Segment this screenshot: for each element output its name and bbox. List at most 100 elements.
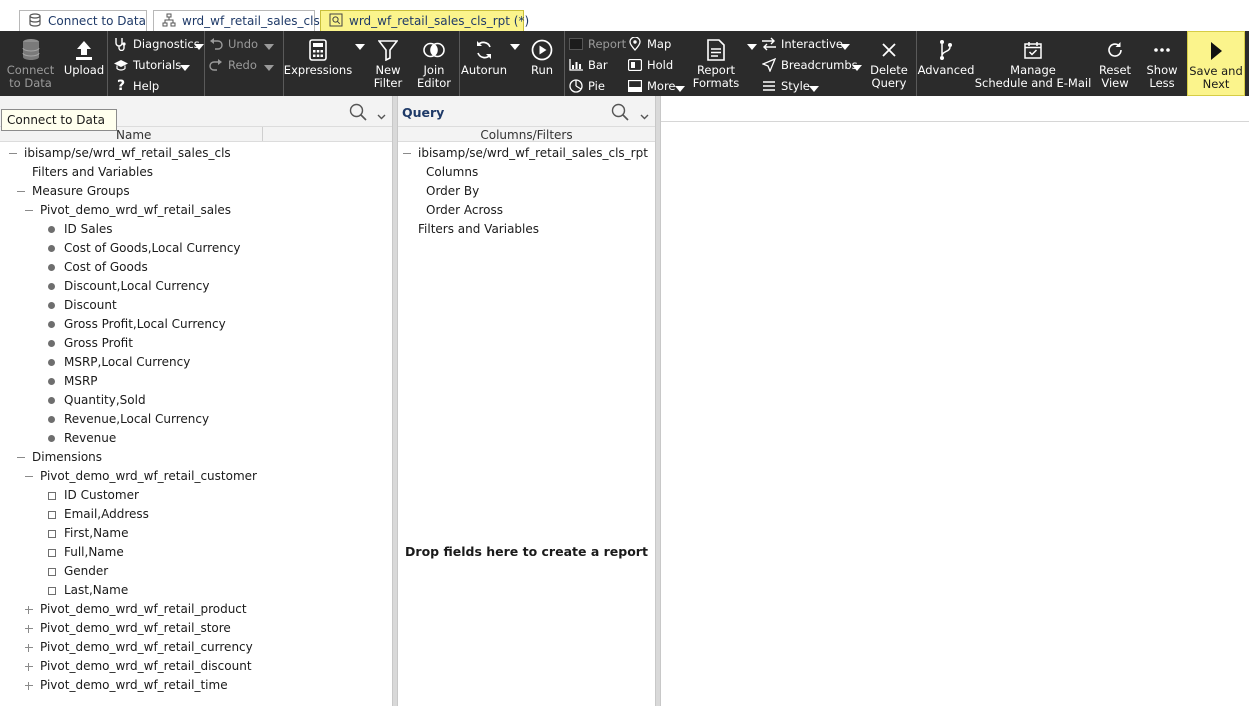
show-less-label: Show Less <box>1146 63 1178 90</box>
map-button[interactable]: Map <box>627 35 671 53</box>
collapse-minus-icon[interactable] <box>24 472 34 482</box>
tab-wrd-wf-retail-sales-cls-rpt[interactable]: wrd_wf_retail_sales_cls_rpt (*) <box>320 10 529 31</box>
tree-item-gender[interactable]: Gender <box>0 562 392 581</box>
hold-button[interactable]: Hold <box>627 56 673 74</box>
tree-item-last-name[interactable]: Last,Name <box>0 581 392 600</box>
tree-item-revenue-local-currency[interactable]: Revenue,Local Currency <box>0 410 392 429</box>
search-icon[interactable] <box>349 103 367 124</box>
tree-item-pivot-demo-wrd-wf-retail-store[interactable]: Pivot_demo_wrd_wf_retail_store <box>0 619 392 638</box>
query-panel-header: Query <box>398 96 655 126</box>
tab-connect-to-data[interactable]: Connect to Data <box>19 10 147 31</box>
tree-item-dimensions[interactable]: Dimensions <box>0 448 392 467</box>
expressions-button[interactable]: Expressions <box>284 31 352 96</box>
autorun-dropdown-icon[interactable] <box>510 44 520 50</box>
connect-to-data-tooltip: Connect to Data <box>1 109 117 131</box>
manage-schedule-button[interactable]: Manage Schedule and E-Mail <box>975 31 1091 96</box>
autorun-button[interactable]: Autorun <box>461 31 507 96</box>
chevron-down-icon[interactable] <box>640 109 649 123</box>
expand-plus-icon[interactable] <box>24 662 34 672</box>
collapse-minus-icon[interactable] <box>8 149 18 159</box>
breadcrumbs-button[interactable]: Breadcrumbs <box>761 56 858 74</box>
run-button[interactable]: Run <box>526 31 558 96</box>
diagnostics-button[interactable]: Diagnostics <box>113 35 200 53</box>
redo-button[interactable]: Redo <box>208 56 257 74</box>
tree-item-pivot-demo-wrd-wf-retail-customer[interactable]: Pivot_demo_wrd_wf_retail_customer <box>0 467 392 486</box>
interactive-dropdown-icon[interactable] <box>840 44 850 50</box>
pie-chart-button[interactable]: Pie <box>568 77 605 95</box>
search-icon[interactable] <box>611 103 629 124</box>
tree-item-filters-and-variables[interactable]: Filters and Variables <box>0 163 392 182</box>
tree-item-order-by[interactable]: Order By <box>398 182 656 201</box>
expand-plus-icon[interactable] <box>24 605 34 615</box>
expressions-dropdown-icon[interactable] <box>355 44 365 50</box>
query-panel-title: Query <box>402 105 445 120</box>
interactive-button[interactable]: Interactive <box>761 35 843 53</box>
tree-item-ibisamp-se-wrd-wf-retail-sales-cls-rpt[interactable]: ibisamp/se/wrd_wf_retail_sales_cls_rpt <box>398 144 656 163</box>
tree-item-quantity-sold[interactable]: Quantity,Sold <box>0 391 392 410</box>
reset-view-button[interactable]: Reset View <box>1094 31 1136 96</box>
collapse-minus-icon[interactable] <box>16 187 26 197</box>
new-filter-button[interactable]: New Filter <box>369 31 407 96</box>
tree-item-id-customer[interactable]: ID Customer <box>0 486 392 505</box>
save-and-next-label: Save and Next <box>1189 64 1243 91</box>
tree-item-columns[interactable]: Columns <box>398 163 656 182</box>
tree-item-msrp-local-currency[interactable]: MSRP,Local Currency <box>0 353 392 372</box>
report-output-button[interactable]: Report <box>568 35 626 53</box>
tree-item-measure-groups[interactable]: Measure Groups <box>0 182 392 201</box>
tree-item-pivot-demo-wrd-wf-retail-product[interactable]: Pivot_demo_wrd_wf_retail_product <box>0 600 392 619</box>
tree-item-first-name[interactable]: First,Name <box>0 524 392 543</box>
more-dropdown-icon[interactable] <box>675 86 685 92</box>
diagnostics-label: Diagnostics <box>133 37 200 51</box>
chevron-down-icon[interactable] <box>377 109 386 123</box>
style-button[interactable]: Style <box>761 77 810 95</box>
tree-item-gross-profit[interactable]: Gross Profit <box>0 334 392 353</box>
undo-dropdown-icon[interactable] <box>264 44 274 50</box>
tree-item-discount[interactable]: Discount <box>0 296 392 315</box>
undo-button[interactable]: Undo <box>208 35 258 53</box>
advanced-button[interactable]: Advanced <box>918 31 974 96</box>
tree-item-id-sales[interactable]: ID Sales <box>0 220 392 239</box>
tree-item-ibisamp-se-wrd-wf-retail-sales-cls[interactable]: ibisamp/se/wrd_wf_retail_sales_cls <box>0 144 392 163</box>
expand-plus-icon[interactable] <box>24 681 34 691</box>
tree-item-pivot-demo-wrd-wf-retail-time[interactable]: Pivot_demo_wrd_wf_retail_time <box>0 676 392 695</box>
tree-item-cost-of-goods[interactable]: Cost of Goods <box>0 258 392 277</box>
tree-item-revenue[interactable]: Revenue <box>0 429 392 448</box>
tree-item-full-name[interactable]: Full,Name <box>0 543 392 562</box>
tree-item-discount-local-currency[interactable]: Discount,Local Currency <box>0 277 392 296</box>
report-formats-button[interactable]: Report Formats <box>690 31 742 96</box>
help-button[interactable]: ? Help <box>113 77 159 95</box>
save-and-next-button[interactable]: Save and Next <box>1187 31 1245 96</box>
show-less-button[interactable]: Show Less <box>1141 31 1183 96</box>
bar-chart-button[interactable]: Bar <box>568 56 608 74</box>
connect-to-data-button[interactable]: Connect to Data <box>3 31 58 96</box>
delete-query-button[interactable]: Delete Query <box>868 31 910 96</box>
tree-item-cost-of-goods-local-currency[interactable]: Cost of Goods,Local Currency <box>0 239 392 258</box>
dimension-square-icon <box>48 587 56 595</box>
style-label: Style <box>781 79 810 93</box>
tree-item-email-address[interactable]: Email,Address <box>0 505 392 524</box>
report-canvas[interactable] <box>660 96 1249 706</box>
tree-item-gross-profit-local-currency[interactable]: Gross Profit,Local Currency <box>0 315 392 334</box>
more-button[interactable]: More <box>627 77 676 95</box>
breadcrumbs-dropdown-icon[interactable] <box>852 65 862 71</box>
upload-button[interactable]: Upload <box>62 31 106 96</box>
tree-item-order-across[interactable]: Order Across <box>398 201 656 220</box>
report-formats-dropdown-icon[interactable] <box>747 44 757 50</box>
diagnostics-dropdown-icon[interactable] <box>194 44 204 50</box>
tree-item-pivot-demo-wrd-wf-retail-sales[interactable]: Pivot_demo_wrd_wf_retail_sales <box>0 201 392 220</box>
tab-wrd-wf-retail-sales-cls[interactable]: wrd_wf_retail_sales_cls <box>153 10 320 31</box>
redo-dropdown-icon[interactable] <box>264 65 274 71</box>
join-editor-button[interactable]: Join Editor <box>413 31 455 96</box>
tree-item-filters-and-variables[interactable]: Filters and Variables <box>398 220 656 239</box>
collapse-minus-icon[interactable] <box>24 206 34 216</box>
collapse-minus-icon[interactable] <box>402 149 412 159</box>
tree-item-pivot-demo-wrd-wf-retail-discount[interactable]: Pivot_demo_wrd_wf_retail_discount <box>0 657 392 676</box>
style-dropdown-icon[interactable] <box>809 86 819 92</box>
tutorials-dropdown-icon[interactable] <box>180 65 190 71</box>
expand-plus-icon[interactable] <box>24 624 34 634</box>
tree-item-pivot-demo-wrd-wf-retail-currency[interactable]: Pivot_demo_wrd_wf_retail_currency <box>0 638 392 657</box>
tutorials-button[interactable]: Tutorials <box>113 56 181 74</box>
collapse-minus-icon[interactable] <box>16 453 26 463</box>
expand-plus-icon[interactable] <box>24 643 34 653</box>
tree-item-msrp[interactable]: MSRP <box>0 372 392 391</box>
